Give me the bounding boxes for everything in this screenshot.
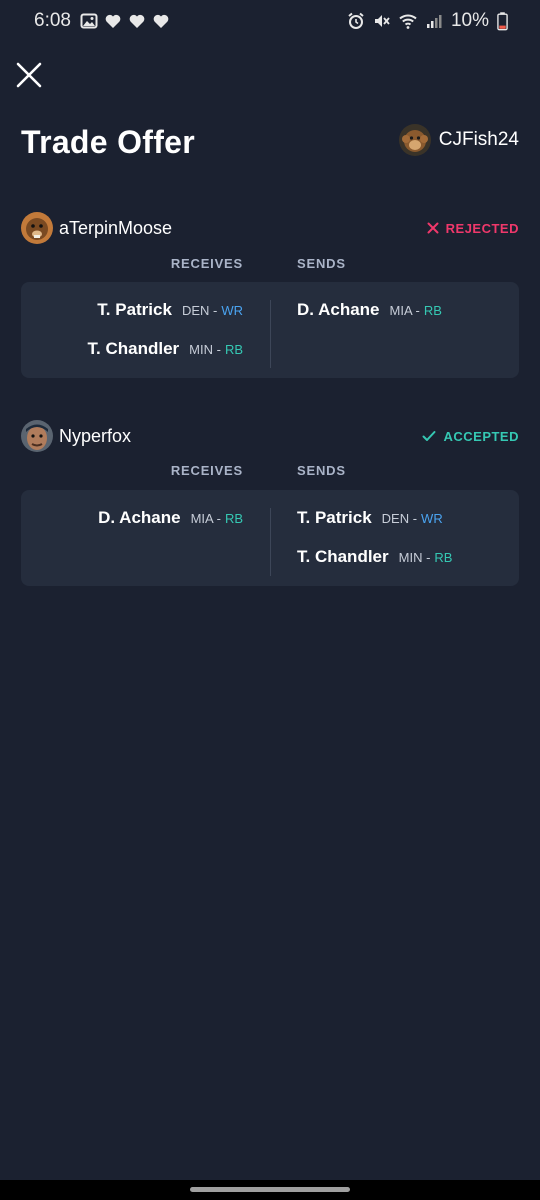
trade-card: D. Achane MIA - RB T. Patrick DEN - WR T… xyxy=(21,490,519,586)
receives-list: T. Patrick DEN - WR T. Chandler MIN - RB xyxy=(88,282,243,360)
column-labels: RECEIVES SENDS xyxy=(21,463,519,483)
image-icon xyxy=(80,13,98,29)
player-position: RB xyxy=(434,550,453,565)
player-name: T. Chandler xyxy=(297,547,389,566)
player-name: T. Chandler xyxy=(87,339,180,358)
player-team: DEN - xyxy=(181,303,218,318)
sends-list: D. Achane MIA - RB xyxy=(297,282,442,321)
player-position: RB xyxy=(224,511,243,526)
heart-icon xyxy=(129,14,145,28)
signal-icon xyxy=(426,15,442,28)
status-text: REJECTED xyxy=(445,220,519,236)
player-row[interactable]: D. Achane MIA - RB xyxy=(98,490,243,529)
status-time: 6:08 xyxy=(34,10,71,31)
trade-owner[interactable]: CJFish24 xyxy=(398,124,519,156)
battery-percent: 10% xyxy=(450,10,489,31)
player-row[interactable]: D. Achane MIA - RB xyxy=(297,282,442,321)
mute-icon xyxy=(374,15,390,27)
player-name: D. Achane xyxy=(98,508,181,527)
sends-label: SENDS xyxy=(297,256,346,271)
party-header-nyperfox: Nyperfox ACCEPTED xyxy=(21,420,519,452)
player-name: T. Patrick xyxy=(97,300,172,319)
player-position: WR xyxy=(221,303,243,318)
player-row[interactable]: T. Patrick DEN - WR xyxy=(297,490,452,529)
party-username: aTerpinMoose xyxy=(59,217,173,238)
x-icon xyxy=(427,222,439,234)
player-team: MIN - xyxy=(398,550,431,565)
player-name: D. Achane xyxy=(297,300,380,319)
status-text: ACCEPTED xyxy=(443,428,519,444)
user-avatar xyxy=(21,420,53,452)
player-row[interactable]: T. Chandler MIN - RB xyxy=(297,529,452,568)
player-row[interactable]: T. Patrick DEN - WR xyxy=(88,282,243,321)
column-labels: RECEIVES SENDS xyxy=(21,256,519,276)
status-badge-rejected: REJECTED xyxy=(427,221,519,236)
card-divider xyxy=(270,300,271,368)
player-team: MIA - xyxy=(389,303,420,318)
notification-icons xyxy=(80,12,170,30)
player-row[interactable]: T. Chandler MIN - RB xyxy=(88,321,243,360)
check-icon xyxy=(422,431,436,441)
party-user[interactable]: Nyperfox xyxy=(21,420,131,452)
party-user[interactable]: aTerpinMoose xyxy=(21,212,172,244)
wifi-icon xyxy=(399,14,417,29)
player-team: MIN - xyxy=(189,342,221,357)
card-divider xyxy=(270,508,271,576)
receives-list: D. Achane MIA - RB xyxy=(98,490,243,529)
party-username: Nyperfox xyxy=(59,425,132,446)
player-name: T. Patrick xyxy=(297,508,372,527)
battery-icon xyxy=(497,12,508,31)
player-team: MIA - xyxy=(190,511,221,526)
party-header-aterpinmoose: aTerpinMoose REJECTED xyxy=(21,212,519,244)
status-bar: 6:08 10% xyxy=(0,0,540,44)
sends-list: T. Patrick DEN - WR T. Chandler MIN - RB xyxy=(297,490,452,568)
home-indicator[interactable] xyxy=(190,1187,350,1192)
owner-avatar xyxy=(398,124,431,156)
status-badge-accepted: ACCEPTED xyxy=(422,429,519,444)
page-title: Trade Offer xyxy=(21,124,196,160)
player-position: RB xyxy=(224,342,243,357)
player-position: WR xyxy=(421,511,443,526)
owner-name: CJFish24 xyxy=(438,129,519,150)
system-icons: 10% xyxy=(347,10,508,32)
player-team: DEN - xyxy=(381,511,418,526)
receives-label: RECEIVES xyxy=(170,256,243,271)
trade-card: T. Patrick DEN - WR T. Chandler MIN - RB… xyxy=(21,282,519,378)
heart-icon xyxy=(153,14,169,28)
user-avatar xyxy=(21,212,53,244)
receives-label: RECEIVES xyxy=(170,463,243,478)
player-position: RB xyxy=(423,303,442,318)
trade-offer-screen: 6:08 10% Trade Offer CJFish24 aTerpinMoo… xyxy=(0,0,540,1200)
alarm-icon xyxy=(348,12,364,29)
heart-icon xyxy=(105,14,121,28)
close-button[interactable] xyxy=(14,60,44,90)
sends-label: SENDS xyxy=(297,463,346,478)
